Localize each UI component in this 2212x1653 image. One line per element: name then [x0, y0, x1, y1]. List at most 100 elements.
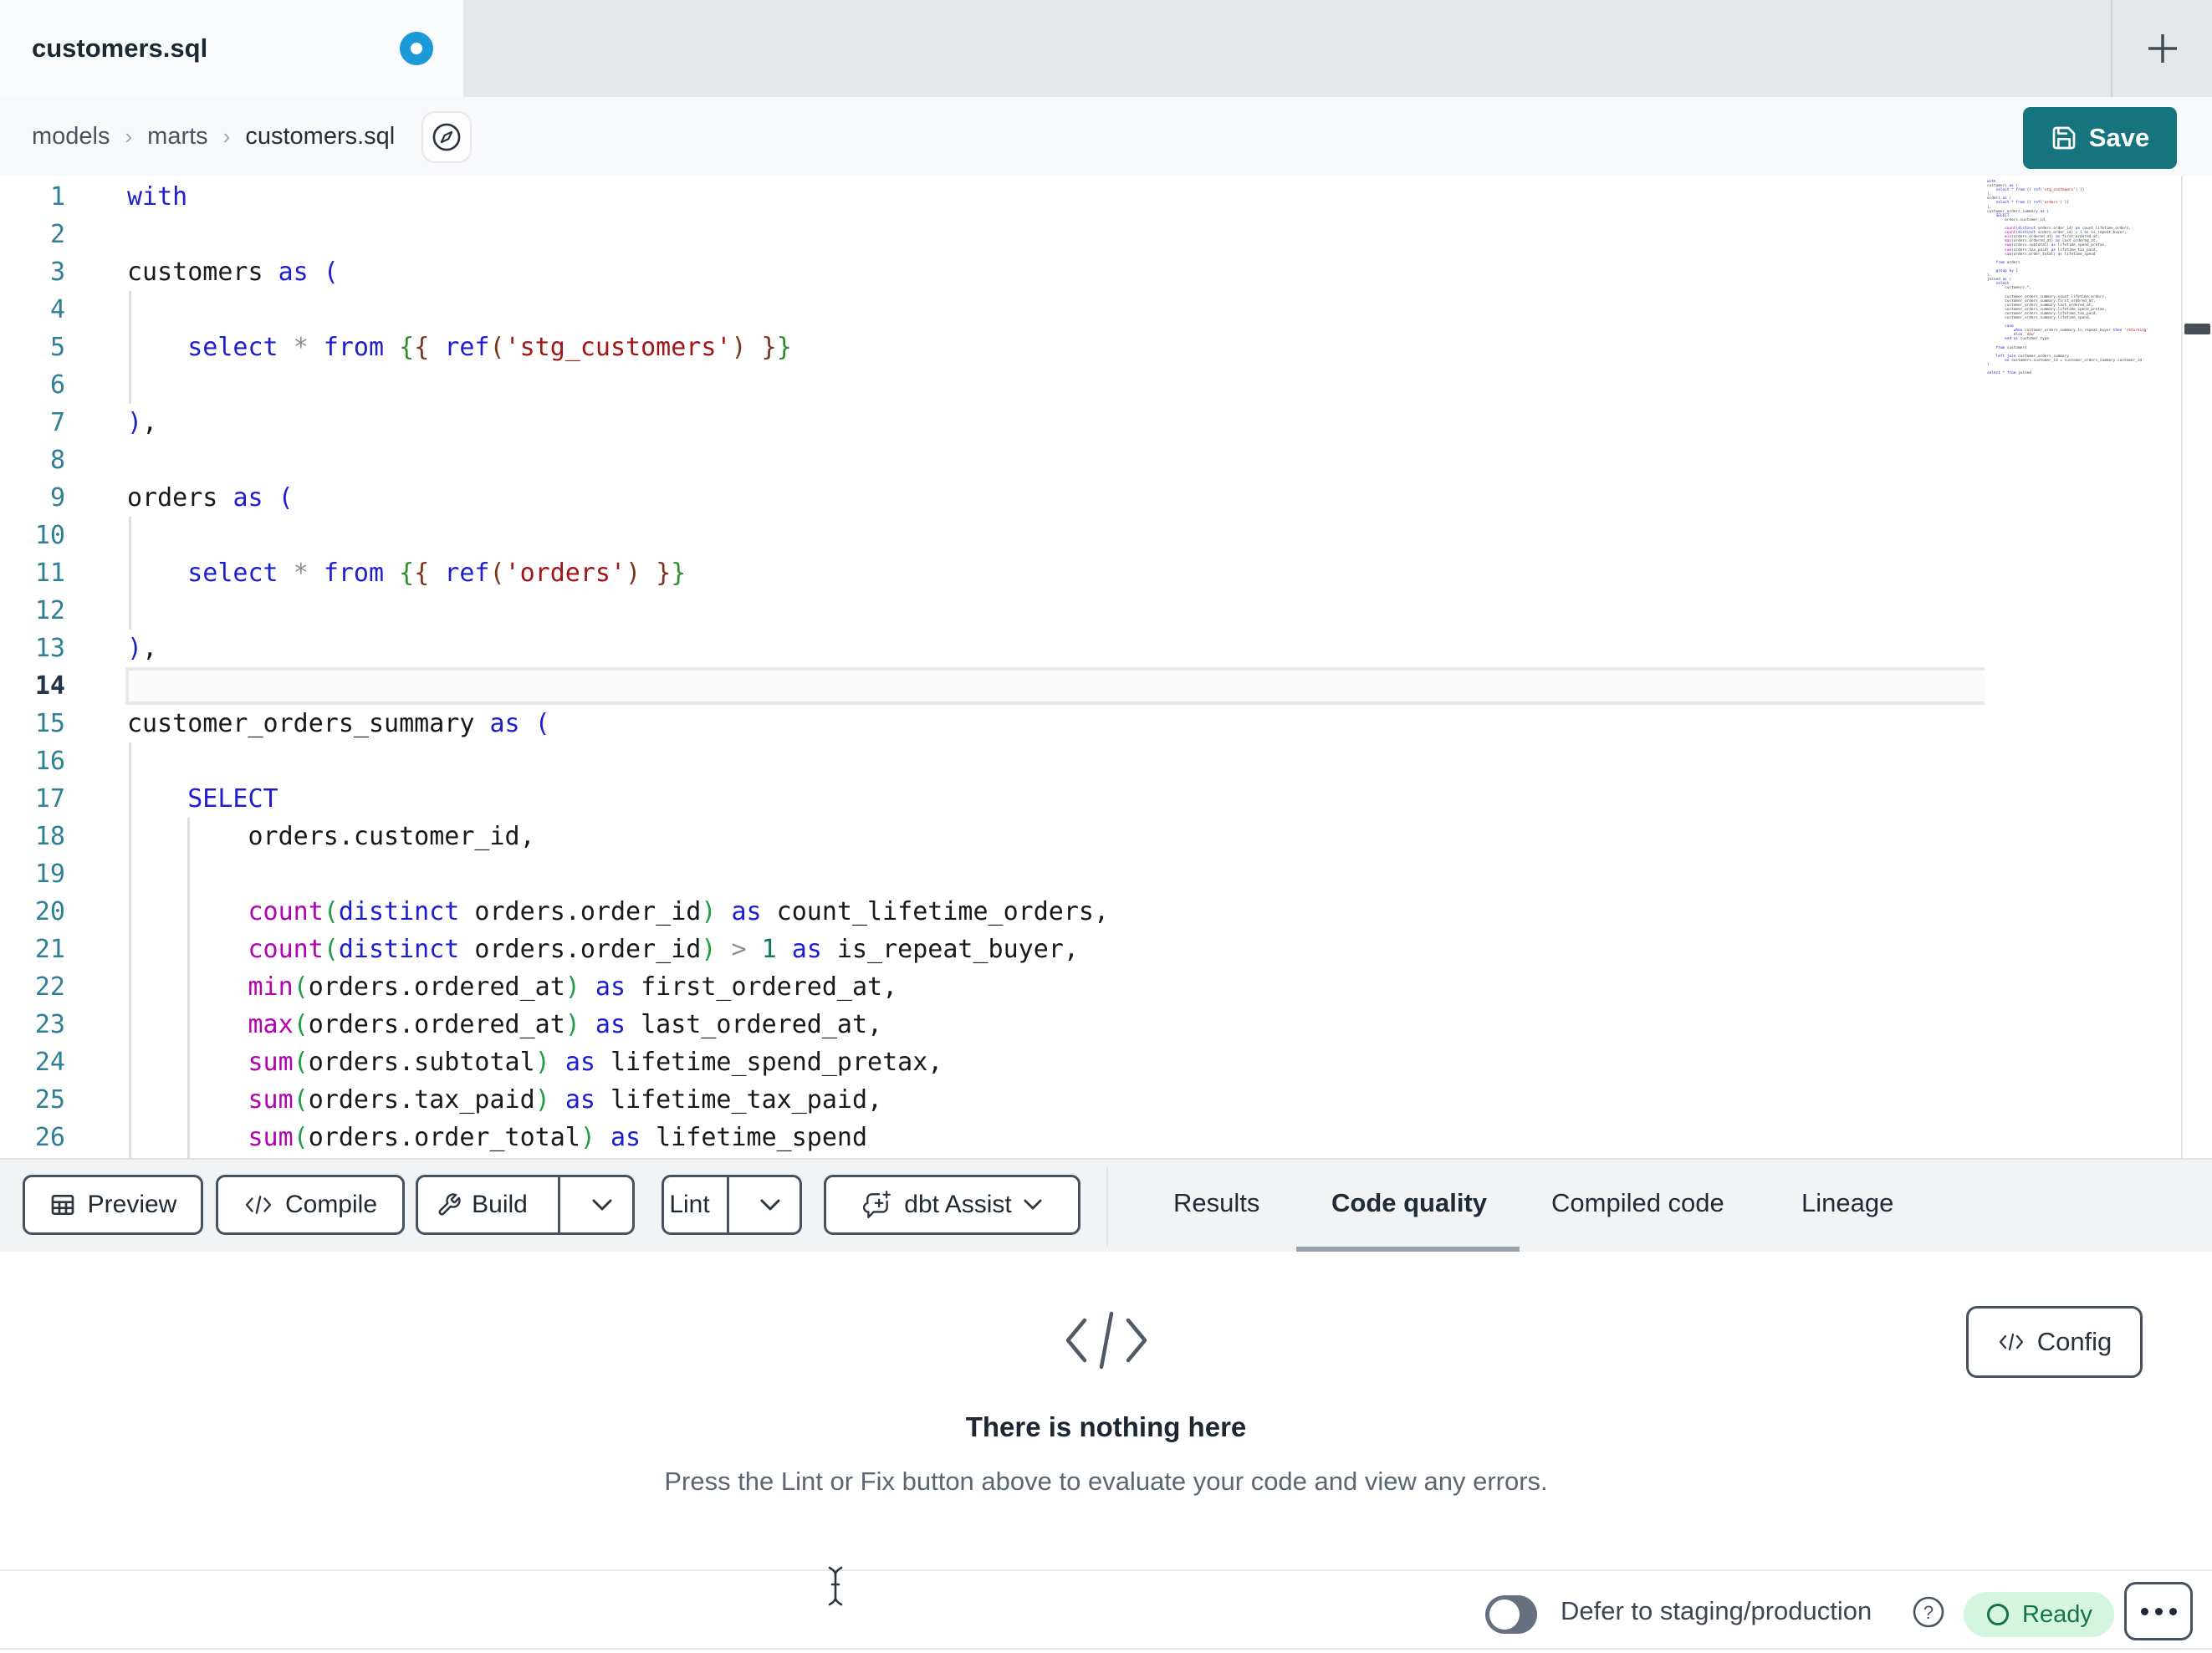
code-line-4[interactable]: 4 — [0, 291, 1985, 329]
editor-minimap[interactable]: with customers as ( select * from {{ ref… — [1987, 180, 2178, 615]
lint-button-label: Lint — [669, 1191, 710, 1218]
build-split-divider — [557, 1177, 560, 1232]
defer-toggle[interactable] — [1485, 1595, 1537, 1634]
dbt-assist-button[interactable]: dbt Assist — [824, 1175, 1080, 1235]
line-number: 24 — [34, 1048, 65, 1077]
lint-options-button[interactable] — [741, 1177, 799, 1232]
compile-button[interactable]: Compile — [216, 1175, 405, 1235]
toggle-knob — [1489, 1599, 1520, 1630]
code-text: select * from {{ ref('stg_customers') }} — [187, 333, 792, 362]
code-line-15[interactable]: 15 customer_orders_summary as ( — [0, 705, 1985, 742]
code-text: count(distinct orders.order_id) as count… — [248, 897, 1110, 926]
table-icon — [51, 1195, 74, 1215]
build-options-button[interactable] — [572, 1177, 632, 1232]
code-line-17[interactable]: 17 SELECT — [0, 780, 1985, 818]
code-line-9[interactable]: 9 orders as ( — [0, 479, 1985, 517]
code-line-20[interactable]: 20 count(distinct orders.order_id) as co… — [0, 893, 1985, 931]
line-number: 15 — [34, 709, 65, 738]
status-bar: Defer to staging/production ? Ready — [0, 1566, 2212, 1650]
code-line-12[interactable]: 12 — [0, 592, 1985, 630]
dbt-assist-button-label: dbt Assist — [904, 1191, 1012, 1218]
new-tab-button[interactable] — [2129, 15, 2196, 82]
line-number: 23 — [34, 1010, 65, 1039]
code-text: max(orders.ordered_at) as last_ordered_a… — [248, 1010, 883, 1039]
editor-tab-bar: customers.sql — [0, 0, 2212, 97]
lint-split-divider — [727, 1177, 729, 1232]
lint-button[interactable]: Lint — [664, 1177, 715, 1232]
code-line-13[interactable]: 13), — [0, 630, 1985, 667]
code-text: min(orders.ordered_at) as first_ordered_… — [248, 972, 898, 1002]
svg-text:?: ? — [1923, 1602, 1934, 1623]
code-line-10[interactable]: 10 — [0, 517, 1985, 554]
config-button[interactable]: Config — [1966, 1306, 2143, 1378]
save-button[interactable]: Save — [2023, 107, 2177, 169]
empty-state-subtitle: Press the Lint or Fix button above to ev… — [664, 1467, 1548, 1496]
editor-toolbar: Preview Compile Build Lint dbt Assist Re… — [0, 1158, 2212, 1253]
code-line-25[interactable]: 25 sum(orders.tax_paid) as lifetime_tax_… — [0, 1081, 1985, 1119]
breadcrumb-marts[interactable]: marts — [147, 123, 208, 151]
code-line-5[interactable]: 5 select * from {{ ref('stg_customers') … — [0, 329, 1985, 366]
line-number: 16 — [34, 747, 65, 776]
wrench-icon — [438, 1193, 461, 1216]
code-line-18[interactable]: 18 orders.customer_id, — [0, 818, 1985, 855]
code-line-6[interactable]: 6 — [0, 366, 1985, 404]
code-text: sum(orders.order_total) as lifetime_spen… — [248, 1123, 868, 1152]
breadcrumb-models[interactable]: models — [32, 123, 110, 151]
line-number: 25 — [34, 1085, 65, 1115]
preview-button[interactable]: Preview — [23, 1175, 203, 1235]
ellipsis-icon — [2154, 1607, 2163, 1615]
line-number: 7 — [49, 408, 65, 437]
code-line-22[interactable]: 22 min(orders.ordered_at) as first_order… — [0, 968, 1985, 1006]
code-text: sum(orders.subtotal) as lifetime_spend_p… — [248, 1048, 943, 1077]
help-icon[interactable]: ? — [1912, 1595, 1945, 1633]
code-line-7[interactable]: 7), — [0, 404, 1985, 441]
tab-compiled-code[interactable]: Compiled code — [1551, 1160, 1724, 1247]
line-number: 9 — [49, 483, 65, 513]
code-line-1[interactable]: 1 with — [0, 178, 1985, 216]
compass-icon — [432, 123, 461, 151]
line-number: 4 — [49, 295, 65, 324]
empty-state: There is nothing here Press the Lint or … — [0, 1252, 2212, 1497]
code-line-19[interactable]: 19 — [0, 855, 1985, 893]
tab-lineage[interactable]: Lineage — [1801, 1160, 1893, 1247]
ellipsis-icon — [2169, 1607, 2177, 1615]
code-line-26[interactable]: 26 sum(orders.order_total) as lifetime_s… — [0, 1119, 1985, 1156]
editor-scrollbar-thumb[interactable] — [2184, 324, 2210, 334]
code-line-16[interactable]: 16 — [0, 742, 1985, 780]
line-number: 13 — [34, 634, 65, 663]
line-number: 18 — [34, 822, 65, 851]
code-text: customer_orders_summary as ( — [127, 709, 550, 738]
plus-icon — [2148, 34, 2177, 63]
line-number: 26 — [34, 1123, 65, 1152]
text-cursor-pointer — [825, 1564, 846, 1612]
build-button[interactable]: Build — [418, 1177, 546, 1232]
code-line-3[interactable]: 3 customers as ( — [0, 253, 1985, 291]
code-line-21[interactable]: 21 count(distinct orders.order_id) > 1 a… — [0, 931, 1985, 968]
code-line-24[interactable]: 24 sum(orders.subtotal) as lifetime_spen… — [0, 1043, 1985, 1081]
tab-results[interactable]: Results — [1173, 1160, 1259, 1247]
file-tab-title: customers.sql — [32, 33, 208, 63]
open-in-explorer-button[interactable] — [421, 111, 472, 163]
build-split-button: Build — [416, 1175, 635, 1235]
code-line-2[interactable]: 2 — [0, 216, 1985, 253]
code-line-11[interactable]: 11 select * from {{ ref('orders') }} — [0, 554, 1985, 592]
code-line-14[interactable]: 14 — [0, 667, 1985, 705]
code-line-23[interactable]: 23 max(orders.ordered_at) as last_ordere… — [0, 1006, 1985, 1043]
assist-chat-sparkle-icon — [863, 1191, 891, 1218]
code-editor[interactable]: 1 with 2 3 customers as ( 4 5 select * from {{… — [0, 176, 2212, 1158]
indent-guide — [129, 742, 131, 1158]
ellipsis-icon — [2140, 1607, 2148, 1615]
code-text: SELECT — [187, 784, 278, 814]
more-options-button[interactable] — [2124, 1582, 2193, 1640]
status-badge: Ready — [1964, 1592, 2114, 1637]
file-tab-customers-sql[interactable]: customers.sql — [0, 0, 463, 97]
compile-button-label: Compile — [284, 1191, 378, 1218]
line-number: 17 — [34, 784, 65, 814]
code-line-8[interactable]: 8 — [0, 441, 1985, 479]
line-number: 6 — [49, 370, 65, 400]
tab-bar-divider — [2111, 0, 2112, 97]
line-number: 1 — [49, 182, 65, 212]
tab-code-quality[interactable]: Code quality — [1331, 1160, 1487, 1247]
breadcrumb: models › marts › customers.sql — [32, 97, 395, 176]
tab-code-quality-label: Code quality — [1331, 1188, 1488, 1217]
